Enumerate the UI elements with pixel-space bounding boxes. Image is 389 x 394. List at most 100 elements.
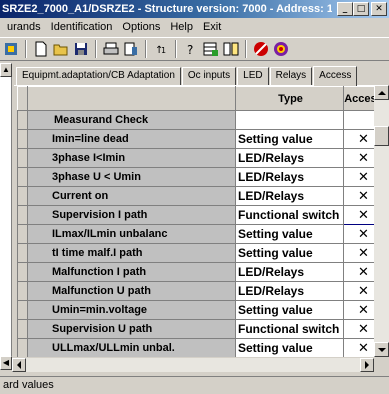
tree-scroll-up-button[interactable]: ▲ bbox=[0, 63, 12, 77]
row-header-cell bbox=[17, 110, 28, 130]
parameter-name-cell: ILmax/ILmin unbalanc bbox=[27, 224, 236, 244]
parameter-name-cell: Supervision I path bbox=[27, 205, 236, 225]
table-row[interactable]: Imin=line dead Setting value ✕ bbox=[17, 129, 384, 149]
window-title: SRZE2_7000_A1/DSRZE2 - Structure version… bbox=[2, 3, 332, 15]
close-button[interactable]: ✕ bbox=[371, 2, 387, 16]
window-controls: _ □ ✕ bbox=[337, 2, 387, 16]
table-row[interactable]: Umin=min.voltage Setting value ✕ bbox=[17, 300, 384, 320]
type-cell[interactable]: Setting value bbox=[235, 338, 344, 357]
open-folder-icon[interactable] bbox=[52, 40, 70, 58]
sort-icon[interactable]: ↑ 1 bbox=[152, 40, 170, 58]
menu-exit[interactable]: Exit bbox=[198, 21, 226, 33]
row-header-cell bbox=[17, 243, 28, 263]
tab-relays[interactable]: Relays bbox=[269, 67, 313, 85]
scroll-right-button[interactable] bbox=[360, 358, 374, 372]
row-header-cell bbox=[17, 148, 28, 168]
svg-text:?: ? bbox=[187, 43, 193, 56]
scroll-left-arrow-icon bbox=[17, 361, 21, 369]
type-cell[interactable]: Functional switch bbox=[235, 319, 344, 339]
type-cell[interactable]: LED/Relays bbox=[235, 281, 344, 301]
scroll-down-arrow-icon bbox=[377, 347, 386, 352]
maximize-button[interactable]: □ bbox=[353, 2, 369, 16]
print-preview-icon[interactable] bbox=[122, 40, 140, 58]
tree-panel[interactable]: ▲ ◀ bbox=[0, 63, 12, 370]
stop-icon[interactable] bbox=[252, 40, 270, 58]
minimize-button[interactable]: _ bbox=[337, 2, 353, 16]
menu-options[interactable]: Options bbox=[117, 21, 165, 33]
table-row[interactable]: Supervision U path Functional switch ✕ bbox=[17, 319, 384, 339]
tab-oc-inputs[interactable]: Oc inputs bbox=[181, 67, 237, 85]
parameter-name-cell: Umin=min.voltage bbox=[27, 300, 236, 320]
info-icon[interactable]: ? bbox=[182, 40, 200, 58]
parameter-name-cell: Malfunction I path bbox=[27, 262, 236, 282]
title-bar: SRZE2_7000_A1/DSRZE2 - Structure version… bbox=[0, 0, 389, 18]
table-row[interactable]: Malfunction U path LED/Relays ✕ bbox=[17, 281, 384, 301]
name-column-header[interactable] bbox=[27, 86, 236, 111]
parameter-name-cell: 3phase U < Umin bbox=[27, 167, 236, 187]
menu-identification[interactable]: Identification bbox=[46, 21, 118, 33]
tree-scroll-down-button[interactable]: ◀ bbox=[0, 356, 12, 370]
scroll-left-button[interactable] bbox=[12, 358, 26, 372]
toolbar: ↑ 1 ? bbox=[0, 37, 389, 61]
table-row[interactable]: Current on LED/Relays ✕ bbox=[17, 186, 384, 206]
horizontal-scrollbar[interactable] bbox=[12, 358, 374, 372]
row-header-cell bbox=[17, 224, 28, 244]
type-cell[interactable]: LED/Relays bbox=[235, 148, 344, 168]
table-row[interactable]: ULLmax/ULLmin unbal. Setting value ✕ bbox=[17, 338, 384, 357]
row-header-cell bbox=[17, 167, 28, 187]
table-row[interactable]: 3phase I<Imin LED/Relays ✕ bbox=[17, 148, 384, 168]
scroll-up-button[interactable] bbox=[374, 85, 389, 100]
grid-settings-icon[interactable] bbox=[202, 40, 220, 58]
tab-access[interactable]: Access bbox=[313, 66, 358, 86]
row-header-cell bbox=[17, 300, 28, 320]
type-cell[interactable]: LED/Relays bbox=[235, 262, 344, 282]
print-icon[interactable] bbox=[102, 40, 120, 58]
table-row[interactable]: tI time malf.I path Setting value ✕ bbox=[17, 243, 384, 263]
vertical-scroll-thumb[interactable] bbox=[374, 126, 389, 146]
svg-text:1: 1 bbox=[161, 46, 166, 55]
parameter-name-cell: Supervision U path bbox=[27, 319, 236, 339]
tab-led[interactable]: LED bbox=[237, 67, 269, 85]
table-row[interactable]: Malfunction I path LED/Relays ✕ bbox=[17, 262, 384, 282]
type-cell[interactable]: LED/Relays bbox=[235, 186, 344, 206]
type-cell[interactable]: Functional switch bbox=[235, 205, 344, 225]
parameter-name-cell: tI time malf.I path bbox=[27, 243, 236, 263]
type-cell[interactable]: Setting value bbox=[235, 129, 344, 149]
toolbar-separator bbox=[145, 40, 147, 58]
toolbar-separator bbox=[175, 40, 177, 58]
table-row[interactable]: Supervision I path Functional switch ✕ bbox=[17, 205, 384, 225]
menu-help[interactable]: Help bbox=[165, 21, 198, 33]
scroll-down-button[interactable] bbox=[374, 342, 389, 357]
app-icon[interactable] bbox=[2, 40, 20, 58]
row-header-cell bbox=[17, 129, 28, 149]
row-header-cell bbox=[17, 262, 28, 282]
tab-strip: Equipmt.adaptation/CB Adaptation Oc inpu… bbox=[16, 65, 358, 86]
type-cell[interactable]: Setting value bbox=[235, 224, 344, 244]
row-header-cell bbox=[17, 281, 28, 301]
row-header-cell bbox=[17, 186, 28, 206]
record-icon[interactable] bbox=[272, 40, 290, 58]
tab-equipment-adaptation[interactable]: Equipmt.adaptation/CB Adaptation bbox=[16, 67, 181, 85]
vertical-scrollbar[interactable] bbox=[374, 85, 389, 357]
table-row[interactable]: 3phase U < Umin LED/Relays ✕ bbox=[17, 167, 384, 187]
type-cell[interactable]: Setting value bbox=[235, 300, 344, 320]
group-label: Measurand Check bbox=[27, 110, 236, 130]
menu-bar: urands Identification Options Help Exit bbox=[0, 18, 389, 36]
menu-measurands[interactable]: urands bbox=[2, 21, 46, 33]
grid-header-row: Type Access bbox=[17, 86, 384, 111]
row-header-cell bbox=[17, 205, 28, 225]
type-cell[interactable]: Setting value bbox=[235, 243, 344, 263]
row-header-cell bbox=[17, 319, 28, 339]
status-text: ard values bbox=[3, 379, 54, 391]
parameter-name-cell: Current on bbox=[27, 186, 236, 206]
parameter-name-cell: Malfunction U path bbox=[27, 281, 236, 301]
type-cell[interactable]: LED/Relays bbox=[235, 167, 344, 187]
toolbar-separator bbox=[245, 40, 247, 58]
table-row[interactable]: ILmax/ILmin unbalanc Setting value ✕ bbox=[17, 224, 384, 244]
new-file-icon[interactable] bbox=[32, 40, 50, 58]
save-icon[interactable] bbox=[72, 40, 90, 58]
scroll-right-arrow-icon bbox=[365, 361, 369, 369]
compare-icon[interactable] bbox=[222, 40, 240, 58]
status-bar: ard values bbox=[0, 376, 389, 394]
type-column-header[interactable]: Type bbox=[235, 86, 344, 111]
